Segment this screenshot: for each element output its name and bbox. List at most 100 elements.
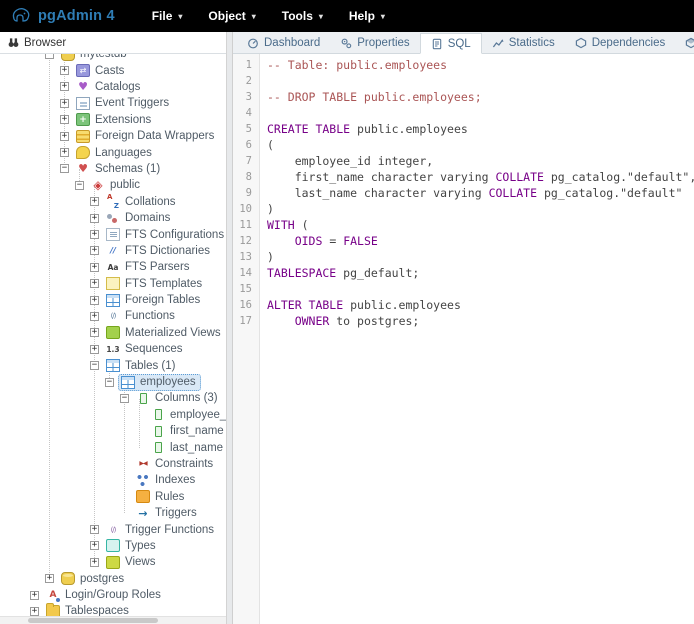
expander-spacer: [120, 476, 129, 485]
collapse-icon[interactable]: −: [120, 394, 129, 403]
tab-statistics[interactable]: Statistics: [482, 33, 565, 53]
schemas-icon: [76, 162, 90, 175]
triggers-icon: [136, 507, 150, 520]
expand-icon[interactable]: +: [90, 345, 99, 354]
line-number: 15: [233, 281, 259, 297]
tree-item-views[interactable]: +Views: [0, 554, 226, 570]
expand-icon[interactable]: +: [90, 279, 99, 288]
line-number: 4: [233, 105, 259, 121]
expand-icon[interactable]: +: [60, 148, 69, 157]
menu-bar: File▾Object▾Tools▾Help▾: [139, 9, 398, 23]
expand-icon[interactable]: +: [90, 230, 99, 239]
tree-item-indexes[interactable]: Indexes: [0, 472, 226, 488]
collapse-icon[interactable]: −: [75, 181, 84, 190]
tree-item-constraints[interactable]: Constraints: [0, 456, 226, 472]
line-content: [259, 73, 267, 89]
tree-item-foreign-tables[interactable]: +Foreign Tables: [0, 292, 226, 308]
tab-properties[interactable]: Properties: [330, 33, 419, 53]
tree-item-rules[interactable]: Rules: [0, 489, 226, 505]
tree-item-fts-templates[interactable]: +FTS Templates: [0, 275, 226, 291]
panel-splitter[interactable]: [226, 32, 233, 624]
menu-object[interactable]: Object▾: [195, 9, 268, 23]
tree-item-sequences[interactable]: +Sequences: [0, 341, 226, 357]
browser-panel-header[interactable]: Browser: [0, 32, 226, 54]
tree-item-foreign-data-wrappers[interactable]: +Foreign Data Wrappers: [0, 128, 226, 144]
tree-item-catalogs[interactable]: +Catalogs: [0, 79, 226, 95]
code-line: 16ALTER TABLE public.employees: [233, 297, 694, 313]
tree-item-label: Collations: [125, 196, 176, 208]
tree-item-fts-parsers[interactable]: +FTS Parsers: [0, 259, 226, 275]
line-number: 5: [233, 121, 259, 137]
line-content: [259, 105, 267, 121]
tree-item-casts[interactable]: +Casts: [0, 62, 226, 78]
expand-icon[interactable]: +: [60, 132, 69, 141]
tab-sql[interactable]: SQL: [420, 33, 482, 54]
expand-icon[interactable]: +: [90, 197, 99, 206]
tree-item-last-name[interactable]: last_name: [0, 439, 226, 455]
expand-icon[interactable]: +: [90, 214, 99, 223]
tree-item-employee-id[interactable]: employee_id: [0, 407, 226, 423]
tab-dashboard[interactable]: Dashboard: [237, 33, 330, 53]
menu-help[interactable]: Help▾: [336, 9, 398, 23]
expand-icon[interactable]: +: [90, 525, 99, 534]
rules-icon: [136, 490, 150, 503]
collapse-icon[interactable]: −: [105, 378, 114, 387]
tree-item-functions[interactable]: +Functions: [0, 308, 226, 324]
tree-item-types[interactable]: +Types: [0, 538, 226, 554]
tree-item-triggers[interactable]: Triggers: [0, 505, 226, 521]
tree-item-columns-3[interactable]: −Columns (3): [0, 390, 226, 406]
expand-icon[interactable]: +: [60, 115, 69, 124]
expand-icon[interactable]: +: [30, 607, 39, 616]
tree-item-first-name[interactable]: first_name: [0, 423, 226, 439]
tree-item-label: Login/Group Roles: [65, 589, 161, 601]
expand-icon[interactable]: +: [90, 328, 99, 337]
line-content: first_name character varying COLLATE pg_…: [259, 169, 694, 185]
pgadmin-logo[interactable]: pgAdmin 4: [10, 5, 115, 27]
menu-label: File: [152, 9, 173, 23]
catalogs-icon: [76, 80, 90, 93]
expand-icon[interactable]: +: [60, 66, 69, 75]
tree-item-collations[interactable]: + Collations: [0, 194, 226, 210]
tree-item-materialized-views[interactable]: +Materialized Views: [0, 325, 226, 341]
expand-icon[interactable]: +: [90, 541, 99, 550]
tree-item-employees[interactable]: −employees: [0, 374, 226, 390]
code-line: 6(: [233, 137, 694, 153]
tree-item-schemas-1[interactable]: −Schemas (1): [0, 161, 226, 177]
sql-editor[interactable]: 1-- Table: public.employees23-- DROP TAB…: [233, 54, 694, 624]
tree-item-public[interactable]: −public: [0, 177, 226, 193]
code-line: 5CREATE TABLE public.employees: [233, 121, 694, 137]
expand-icon[interactable]: +: [30, 591, 39, 600]
tree-item-fts-configurations[interactable]: +FTS Configurations: [0, 226, 226, 242]
line-content: CREATE TABLE public.employees: [259, 121, 468, 137]
tree-item-domains[interactable]: +Domains: [0, 210, 226, 226]
tab-dependencies[interactable]: Dependencies: [565, 33, 676, 53]
expand-icon[interactable]: +: [60, 99, 69, 108]
scrollbar-thumb[interactable]: [28, 618, 158, 623]
expand-icon[interactable]: +: [90, 312, 99, 321]
tree-item-tables-1[interactable]: −Tables (1): [0, 357, 226, 373]
expand-icon[interactable]: +: [90, 296, 99, 305]
tree-item-postgres[interactable]: +postgres: [0, 571, 226, 587]
tree-item-label: last_name: [170, 442, 223, 454]
tab-dependents[interactable]: Dependents: [675, 33, 694, 53]
tree-item-event-triggers[interactable]: +Event Triggers: [0, 95, 226, 111]
horizontal-scrollbar[interactable]: [0, 616, 226, 624]
tree-item-tablespaces[interactable]: +Tablespaces: [0, 603, 226, 616]
collapse-icon[interactable]: −: [60, 164, 69, 173]
tree-item-extensions[interactable]: +Extensions: [0, 112, 226, 128]
line-number: 13: [233, 249, 259, 265]
tree-item-login-group-roles[interactable]: + Login/Group Roles: [0, 587, 226, 603]
line-content: WITH (: [259, 217, 309, 233]
collapse-icon[interactable]: −: [45, 54, 54, 59]
menu-file[interactable]: File▾: [139, 9, 196, 23]
expand-icon[interactable]: +: [90, 558, 99, 567]
expand-icon[interactable]: +: [60, 82, 69, 91]
tree-item-fts-dictionaries[interactable]: +FTS Dictionaries: [0, 243, 226, 259]
collapse-icon[interactable]: −: [90, 361, 99, 370]
menu-tools[interactable]: Tools▾: [269, 9, 336, 23]
expand-icon[interactable]: +: [45, 574, 54, 583]
expand-icon[interactable]: +: [90, 263, 99, 272]
expand-icon[interactable]: +: [90, 246, 99, 255]
tree-item-trigger-functions[interactable]: +Trigger Functions: [0, 521, 226, 537]
tree-item-languages[interactable]: +Languages: [0, 144, 226, 160]
